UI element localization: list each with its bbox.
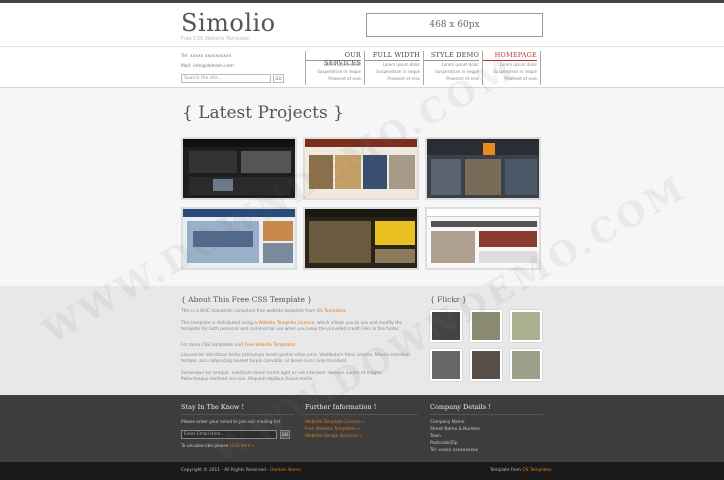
project-thumbnail[interactable] xyxy=(181,137,297,200)
flickr-thumbnail[interactable] xyxy=(470,310,502,342)
unsubscribe-label: To unsubscribe please xyxy=(181,444,230,449)
nav-title[interactable]: STYLE DEMO xyxy=(424,51,479,61)
nav-sub-link[interactable]: Lorem ipsum dolor xyxy=(483,61,537,68)
email-submit-button[interactable]: GO xyxy=(280,430,290,439)
about-text: This template is distributed using a xyxy=(181,321,259,326)
nav-sub-link[interactable]: Suspendisse in neque xyxy=(306,68,361,75)
contact-info: Tel: xxxxx xxxxxxxxxx Mail: info@domain.… xyxy=(181,52,234,72)
project-thumbnail[interactable] xyxy=(425,137,541,200)
flickr-thumbnail[interactable] xyxy=(510,349,542,381)
footer-info-title: Further Information ! xyxy=(305,403,418,415)
about-paragraph: This template is distributed using a Web… xyxy=(181,321,411,333)
credit-text: Template from xyxy=(490,468,523,473)
nav-item-our-services[interactable]: OUR SERVICES Lorem ipsum dolor Suspendis… xyxy=(305,51,364,85)
flickr-thumbnail[interactable] xyxy=(470,349,502,381)
about-link[interactable]: Free Website Templates xyxy=(245,343,296,348)
nav-item-full-width[interactable]: FULL WIDTH Lorem ipsum dolor Suspendisse… xyxy=(364,51,423,85)
about-paragraph: This is a W3C standards compliant free w… xyxy=(181,309,411,315)
about-text: For more CSS templates visit xyxy=(181,343,245,348)
nav-sub-link[interactable]: Praesent et eros xyxy=(365,75,420,82)
about-link[interactable]: OS Templates xyxy=(317,309,346,314)
info-bar: Tel: xxxxx xxxxxxxxxx Mail: info@domain.… xyxy=(0,46,724,88)
nav-title[interactable]: HOMEPAGE xyxy=(483,51,537,61)
about-title: { About This Free CSS Template } xyxy=(181,295,313,304)
project-thumbnail[interactable] xyxy=(425,207,541,270)
nav-sub-link[interactable]: Lorem ipsum dolor xyxy=(365,61,420,68)
footer-link[interactable]: Website Design Services » xyxy=(305,434,362,439)
flickr-thumbnail[interactable] xyxy=(510,310,542,342)
nav-sub-link[interactable]: Suspendisse in neque xyxy=(424,68,479,75)
about-paragraph: For more CSS templates visit Free Websit… xyxy=(181,343,411,349)
contact-tel: Tel: xxxxx xxxxxxxxxx xyxy=(181,54,232,59)
template-credit: Template from OS Templates xyxy=(490,468,552,473)
nav-sub-link[interactable]: Praesent et eros xyxy=(306,75,361,82)
contact-mail: Mail: info@domain.com xyxy=(181,64,234,69)
nav-sub-link[interactable]: Praesent et eros xyxy=(424,75,479,82)
project-thumbnail[interactable] xyxy=(181,207,297,270)
company-line: Postcode/Zip xyxy=(430,441,458,446)
latest-projects-section: { Latest Projects } xyxy=(0,89,724,285)
copyright-text: Copyright © 2011 - All Rights Reserved - xyxy=(181,468,271,473)
about-link[interactable]: Website Template Licence xyxy=(258,321,314,326)
section-title: { Latest Projects } xyxy=(182,103,344,123)
company-line: Tel: xxxxx xxxxxxxxxx xyxy=(430,448,479,453)
company-line: Town xyxy=(430,434,441,439)
footer-link[interactable]: Website Template Licence » xyxy=(305,420,365,425)
ad-banner-placeholder[interactable]: 468 x 60px xyxy=(366,13,543,37)
flickr-thumbnail[interactable] xyxy=(430,310,462,342)
about-paragraph: Semenque tor sempor, nabilitum lorem lor… xyxy=(181,371,383,382)
project-thumbnail[interactable] xyxy=(303,137,419,200)
nav-sub-link[interactable]: Praesent et eros xyxy=(483,75,537,82)
nav-title[interactable]: FULL WIDTH xyxy=(365,51,420,61)
project-thumbnail[interactable] xyxy=(303,207,419,270)
copyright: Copyright © 2011 - All Rights Reserved -… xyxy=(181,468,301,473)
search-input[interactable]: Search the site... xyxy=(181,74,271,83)
nav-sub-link[interactable]: Lorem ipsum dolor xyxy=(424,61,479,68)
nav-sub-link[interactable]: Suspendisse in neque xyxy=(365,68,420,75)
footer-company-title: Company Details ! xyxy=(430,403,543,415)
about-paragraph: Lacusenim inte ittoos tortor pretiumpo l… xyxy=(181,353,410,364)
company-line: Company Name xyxy=(430,420,465,425)
credit-link[interactable]: OS Templates xyxy=(522,468,551,473)
footer-newsletter-title: Stay In The Know ! xyxy=(181,403,294,415)
nav-sub-link[interactable]: Suspendisse in neque xyxy=(483,68,537,75)
unsubscribe-text: To unsubscribe please click here » xyxy=(181,443,254,450)
nav-item-homepage[interactable]: HOMEPAGE Lorem ipsum dolor Suspendisse i… xyxy=(482,51,541,85)
nav-title[interactable]: OUR SERVICES xyxy=(306,51,361,67)
site-header: Simolio Free CSS Website Template 468 x … xyxy=(0,3,724,46)
company-details: Company Name Street Name & Number Town P… xyxy=(430,419,480,454)
nav-sub-link[interactable]: Lorem ipsum dolor xyxy=(306,61,361,68)
bottom-bar: Copyright © 2011 - All Rights Reserved -… xyxy=(0,462,724,480)
site-logo[interactable]: Simolio xyxy=(181,9,276,37)
main-nav: OUR SERVICES Lorem ipsum dolor Suspendis… xyxy=(305,51,541,85)
about-section: { About This Free CSS Template } This is… xyxy=(0,286,724,395)
copyright-link[interactable]: Domain Name xyxy=(270,468,301,473)
nav-item-style-demo[interactable]: STYLE DEMO Lorem ipsum dolor Suspendisse… xyxy=(423,51,482,85)
search-button[interactable]: GO xyxy=(273,74,284,83)
flickr-title: { Flickr } xyxy=(430,295,467,304)
company-line: Street Name & Number xyxy=(430,427,481,432)
about-text: This is a W3C standards compliant free w… xyxy=(181,309,317,314)
footer-links: Website Template Licence » Free Website … xyxy=(305,419,365,440)
footer-newsletter-text: Please enter your email to join our mail… xyxy=(181,420,281,425)
email-input[interactable]: Enter Email Here... xyxy=(181,430,277,439)
site-tagline: Free CSS Website Template xyxy=(181,36,249,42)
site-footer: Stay In The Know ! Please enter your ema… xyxy=(0,395,724,462)
flickr-thumbnail[interactable] xyxy=(430,349,462,381)
unsubscribe-link[interactable]: click here » xyxy=(230,444,255,449)
footer-link[interactable]: Free Website Templates » xyxy=(305,427,360,432)
